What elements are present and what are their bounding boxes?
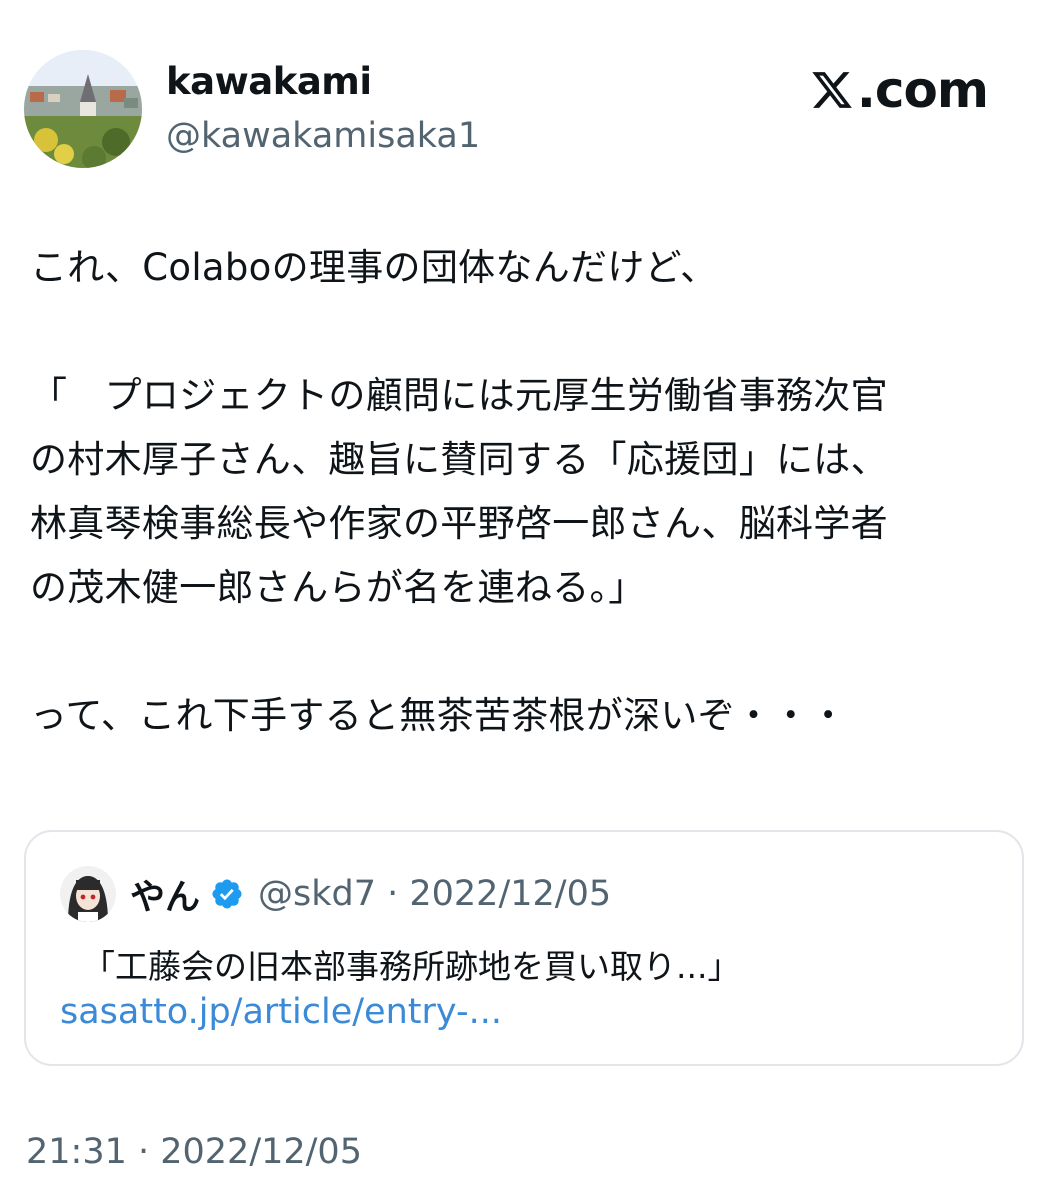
brand-logo: .com [809, 61, 989, 119]
quoted-avatar-icon [60, 866, 116, 922]
author-avatar[interactable] [24, 50, 142, 168]
x-logo-icon [812, 72, 852, 108]
quoted-tweet-link[interactable]: sasatto.jp/article/entry-... [60, 992, 502, 1032]
tweet-header: kawakami @kawakamisaka1 .com [24, 50, 1024, 172]
quoted-handle-date: @skd7 · 2022/12/05 [258, 874, 612, 914]
tweet-line: 「 プロジェクトの顧問には元厚生労働省事務次官 [30, 374, 888, 417]
avatar-photo-icon [24, 50, 142, 168]
quoted-author-avatar[interactable] [60, 866, 116, 922]
tweet-line: の茂木健一郎さんらが名を連ねる。」 [30, 566, 646, 609]
tweet-line: これ、Colaboの理事の団体なんだけど、 [30, 246, 718, 289]
tweet-line: って、これ下手すると無茶苦茶根が深いぞ・・・ [30, 694, 847, 737]
author-display-name[interactable]: kawakami [166, 60, 372, 103]
quoted-tweet-text: 「工藤会の旧本部事務所跡地を買い取り...」 [82, 947, 741, 986]
verified-badge-icon [212, 879, 242, 909]
tweet-line: の村木厚子さん、趣旨に賛同する「応援団」には、 [30, 438, 888, 481]
quoted-tweet-header: やん @skd7 · 2022/12/05 [130, 868, 611, 920]
tweet-timestamp[interactable]: 21:31 · 2022/12/05 [26, 1132, 362, 1172]
tweet-line: 林真琴検事総長や作家の平野啓一郎さん、脳科学者 [30, 502, 888, 545]
tweet-text: これ、Colaboの理事の団体なんだけど、 「 プロジェクトの顧問には元厚生労働… [30, 236, 1020, 748]
quoted-author-name[interactable]: やん [130, 869, 200, 920]
author-handle[interactable]: @kawakamisaka1 [166, 116, 480, 156]
quoted-tweet-card[interactable]: やん @skd7 · 2022/12/05 「工藤会の旧本部事務所跡地を買い取り… [24, 830, 1024, 1066]
brand-label: .com [856, 61, 989, 119]
